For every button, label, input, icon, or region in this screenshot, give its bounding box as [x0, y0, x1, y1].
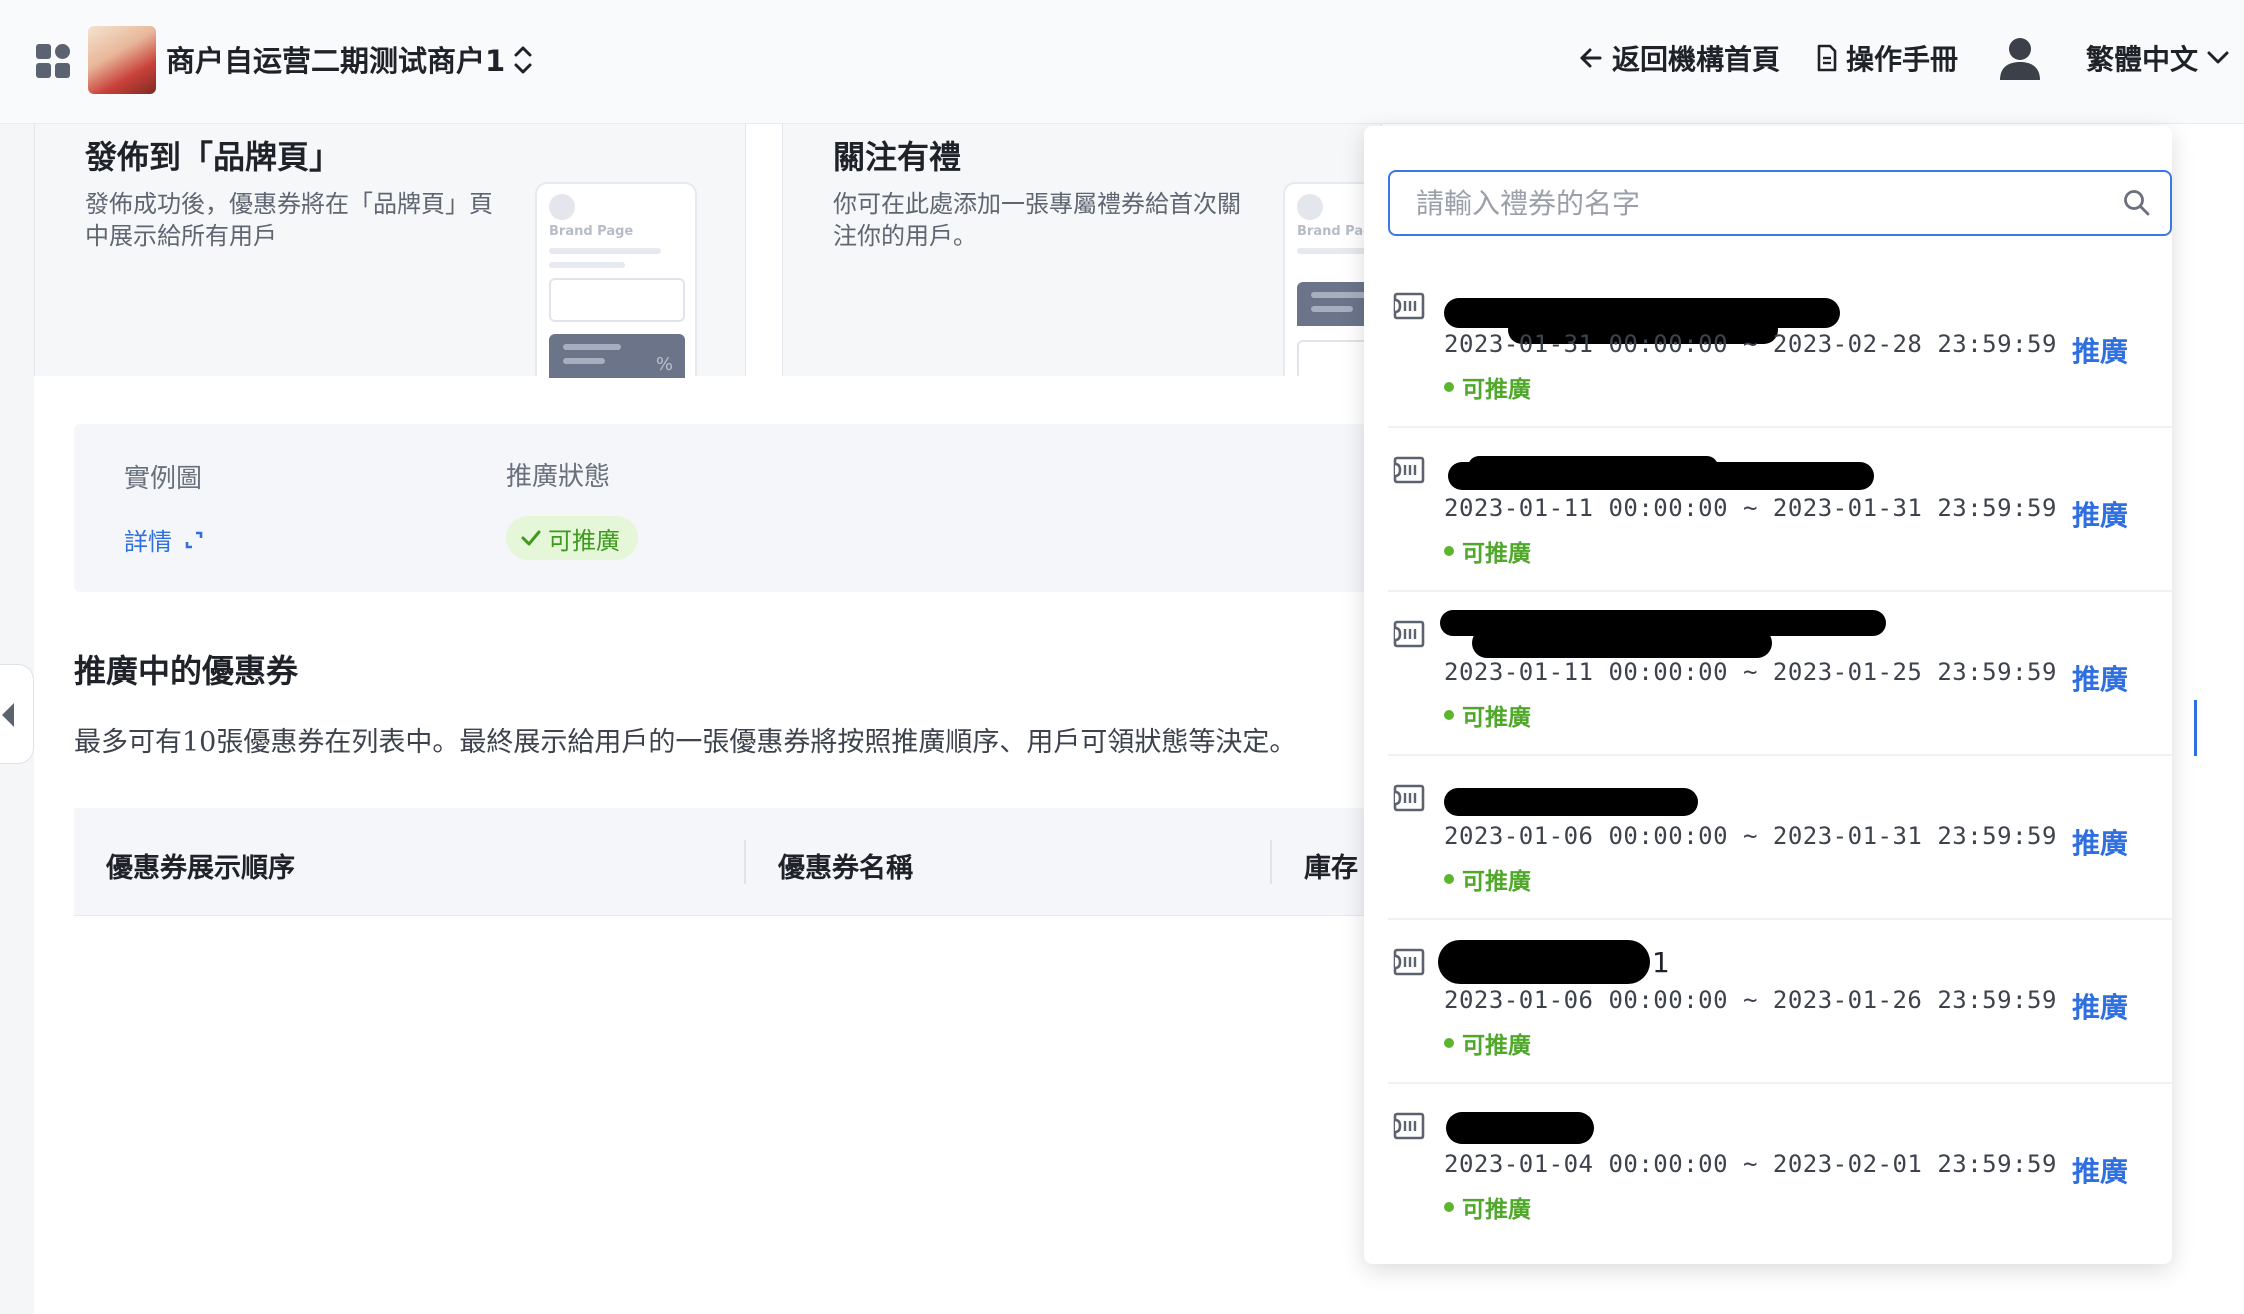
ticket-icon — [1393, 620, 1425, 648]
promote-button[interactable]: 推廣 — [2072, 1150, 2128, 1190]
top-bar: 商户自运营二期测试商户1 返回機構首頁 操作手冊 繁體中文 — [0, 0, 2244, 124]
coupon-status: 可推廣 — [1444, 1026, 1531, 1060]
coupon-status: 可推廣 — [1444, 1190, 1531, 1224]
apps-grid-icon[interactable] — [36, 44, 72, 80]
back-to-home-label: 返回機構首頁 — [1612, 43, 1781, 76]
promotion-info-panel — [74, 424, 1374, 592]
coupon-validity: 2023-01-31 00:00:00 ~ 2023-02-28 23:59:5… — [1444, 330, 2057, 358]
coupon-status: 可推廣 — [1444, 862, 1531, 896]
brand-page-illustration: Brand Page % — [535, 182, 697, 378]
user-icon[interactable] — [1998, 36, 2042, 82]
status-label: 推廣狀態 — [506, 462, 611, 492]
search-icon[interactable] — [2122, 188, 2152, 218]
merchant-avatar — [88, 26, 156, 94]
ticket-icon — [1393, 456, 1425, 484]
status-dot-icon — [1444, 710, 1454, 720]
search-box[interactable] — [1388, 170, 2172, 236]
card-title: 發佈到「品牌頁」 — [85, 138, 342, 176]
promoting-section-description: 最多可有10張優惠券在列表中。最終展示給用戶的一張優惠券將按照推廣順序、用戶可領… — [74, 727, 1297, 758]
card-title: 關注有禮 — [833, 138, 962, 176]
ticket-icon — [1393, 948, 1425, 976]
status-dot-icon — [1444, 1038, 1454, 1048]
status-dot-icon — [1444, 382, 1454, 392]
status-dot-icon — [1444, 1202, 1454, 1212]
list-item[interactable]: 2023-01-11 00:00:00 ~ 2023-01-31 23:59:5… — [1388, 428, 2172, 592]
promote-button[interactable]: 推廣 — [2072, 986, 2128, 1026]
check-icon — [521, 530, 541, 546]
promoting-section-title: 推廣中的優惠券 — [74, 652, 299, 690]
coupon-status: 可推廣 — [1444, 698, 1531, 732]
coupon-search-dropdown: 2023-01-31 00:00:00 ~ 2023-02-28 23:59:5… — [1364, 126, 2172, 1264]
column-stock: 庫存 — [1304, 853, 1358, 884]
ticket-icon — [1393, 784, 1425, 812]
coupon-search-input[interactable] — [1416, 182, 2096, 224]
column-display-order: 優惠券展示順序 — [106, 853, 295, 884]
coupon-table-header: 優惠券展示順序 優惠券名稱 庫存 — [74, 808, 1374, 916]
list-item[interactable]: 1 2023-01-06 00:00:00 ~ 2023-01-26 23:59… — [1388, 920, 2172, 1084]
coupon-validity: 2023-01-11 00:00:00 ~ 2023-01-25 23:59:5… — [1444, 658, 2057, 686]
merchant-name: 商户自运营二期测试商户1 — [166, 44, 506, 78]
redaction — [1438, 940, 1650, 984]
follow-gift-illustration: Brand Pag — [1283, 182, 1373, 376]
switch-merchant-icon[interactable] — [510, 42, 536, 78]
promote-button[interactable]: 推廣 — [2072, 494, 2128, 534]
scroll-indicator — [2194, 700, 2197, 756]
manual-link[interactable]: 操作手冊 — [1816, 38, 1958, 78]
brand-page-card[interactable]: 發佈到「品牌頁」 發佈成功後，優惠券將在「品牌頁」頁中展示給所有用戶 Brand… — [34, 124, 746, 378]
status-dot-icon — [1444, 546, 1454, 556]
phone-label: Brand Pag — [1297, 224, 1373, 239]
coupon-validity: 2023-01-04 00:00:00 ~ 2023-02-01 23:59:5… — [1444, 1150, 2057, 1178]
list-item[interactable]: 2023-01-04 00:00:00 ~ 2023-02-01 23:59:5… — [1388, 1084, 2172, 1248]
status-badge: 可推廣 — [506, 516, 638, 560]
details-link[interactable]: 詳情 — [124, 522, 204, 557]
list-item[interactable]: 2023-01-11 00:00:00 ~ 2023-01-25 23:59:5… — [1388, 592, 2172, 756]
coupon-status-label: 可推廣 — [1462, 1197, 1531, 1223]
redaction — [1468, 456, 1718, 478]
card-description: 發佈成功後，優惠券將在「品牌頁」頁中展示給所有用戶 — [85, 190, 493, 250]
redaction — [1472, 628, 1772, 658]
coupon-validity: 2023-01-06 00:00:00 ~ 2023-01-26 23:59:5… — [1444, 986, 2057, 1014]
manual-label: 操作手冊 — [1846, 43, 1959, 76]
arrow-left-icon — [1580, 48, 1602, 68]
expand-icon — [185, 531, 203, 548]
language-selector[interactable]: 繁體中文 — [2086, 38, 2230, 78]
column-coupon-name: 優惠券名稱 — [778, 853, 913, 884]
details-label: 詳情 — [124, 528, 172, 556]
coupon-status-label: 可推廣 — [1462, 1033, 1531, 1059]
coupon-status-label: 可推廣 — [1462, 869, 1531, 895]
ticket-icon — [1393, 292, 1425, 320]
list-item[interactable]: 2023-01-31 00:00:00 ~ 2023-02-28 23:59:5… — [1388, 264, 2172, 428]
list-item[interactable]: 2023-01-06 00:00:00 ~ 2023-01-31 23:59:5… — [1388, 756, 2172, 920]
collapse-sidebar-button[interactable] — [0, 664, 34, 764]
redaction — [1446, 1112, 1594, 1144]
phone-label: Brand Page — [549, 224, 634, 239]
ticket-icon — [1393, 1112, 1425, 1140]
promote-button[interactable]: 推廣 — [2072, 822, 2128, 862]
status-dot-icon — [1444, 874, 1454, 884]
coupon-validity: 2023-01-11 00:00:00 ~ 2023-01-31 23:59:5… — [1444, 494, 2057, 522]
coupon-list: 2023-01-31 00:00:00 ~ 2023-02-28 23:59:5… — [1388, 264, 2172, 1248]
example-label: 實例圖 — [124, 464, 203, 494]
coupon-status-label: 可推廣 — [1462, 541, 1531, 567]
card-description: 你可在此處添加一張專屬禮券給首次關注你的用戶。 — [833, 190, 1241, 250]
status-value: 可推廣 — [548, 526, 620, 555]
coupon-name: 1 — [1652, 946, 1670, 979]
coupon-validity: 2023-01-06 00:00:00 ~ 2023-01-31 23:59:5… — [1444, 822, 2057, 850]
language-label: 繁體中文 — [2086, 43, 2199, 76]
document-icon — [1817, 44, 1837, 72]
promote-button[interactable]: 推廣 — [2072, 658, 2128, 698]
coupon-status: 可推廣 — [1444, 370, 1531, 404]
chevron-down-icon — [2207, 51, 2229, 64]
promote-button[interactable]: 推廣 — [2072, 330, 2128, 370]
coupon-status-label: 可推廣 — [1462, 705, 1531, 731]
follow-gift-card[interactable]: 關注有禮 你可在此處添加一張專屬禮券給首次關注你的用戶。 Brand Pag — [782, 124, 1382, 376]
back-to-home-link[interactable]: 返回機構首頁 — [1578, 38, 1780, 78]
redaction — [1444, 788, 1698, 816]
coupon-status: 可推廣 — [1444, 534, 1531, 568]
coupon-status-label: 可推廣 — [1462, 377, 1531, 403]
